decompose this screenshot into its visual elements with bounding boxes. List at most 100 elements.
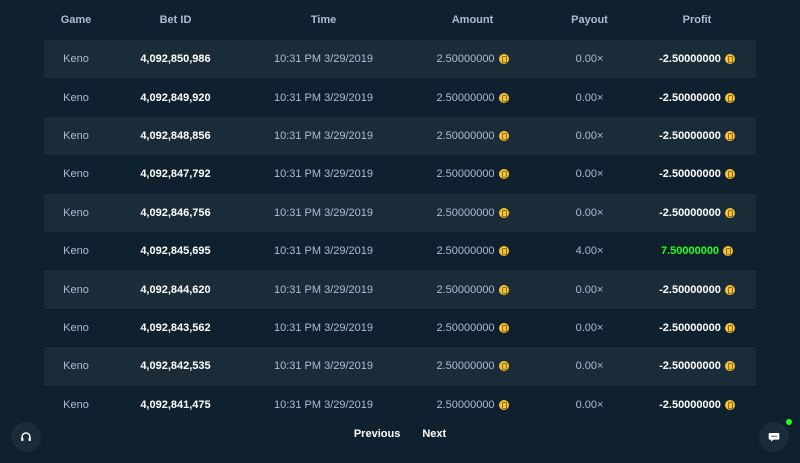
cell-profit: -2.50000000 [638, 53, 756, 65]
coin-icon [498, 284, 509, 295]
cell-profit: -2.50000000 [638, 92, 756, 104]
cell-bet-id[interactable]: 4,092,845,695 [108, 245, 243, 257]
amount-value: 2.50000000 [436, 398, 495, 411]
profit-value: -2.50000000 [659, 91, 721, 104]
cell-profit: 7.50000000 [638, 245, 756, 257]
table-row[interactable]: Keno 4,092,848,856 10:31 PM 3/29/2019 2.500… [44, 116, 756, 156]
cell-bet-id[interactable]: 4,092,850,986 [108, 53, 243, 65]
cell-payout: 0.00× [575, 360, 604, 373]
cell-time: 10:31 PM 3/29/2019 [273, 245, 374, 258]
cell-amount: 2.50000000 [404, 399, 541, 411]
cell-profit: -2.50000000 [638, 284, 756, 296]
cell-amount: 2.50000000 [404, 168, 541, 180]
cell-bet-id[interactable]: 4,092,848,856 [108, 130, 243, 142]
coin-icon [724, 207, 735, 218]
bet-id-link[interactable]: 4,092,849,920 [140, 92, 210, 104]
cell-amount: 2.50000000 [404, 245, 541, 257]
bet-id-link[interactable]: 4,092,850,986 [140, 53, 210, 65]
coin-icon [498, 361, 509, 372]
bet-id-link[interactable]: 4,092,847,792 [140, 168, 210, 180]
cell-time: 10:31 PM 3/29/2019 [273, 206, 374, 219]
coin-icon [498, 54, 509, 65]
cell-bet-id[interactable]: 4,092,844,620 [108, 284, 243, 296]
cell-time: 10:31 PM 3/29/2019 [273, 360, 374, 373]
cell-game: Keno [63, 129, 89, 142]
cell-payout: 0.00× [575, 321, 604, 334]
bet-id-link[interactable]: 4,092,846,756 [140, 207, 210, 219]
cell-profit: -2.50000000 [638, 130, 756, 142]
table-row[interactable]: Keno 4,092,847,792 10:31 PM 3/29/2019 2.500… [44, 155, 756, 194]
table-row[interactable]: Keno 4,092,842,535 10:31 PM 3/29/2019 2.500… [44, 347, 756, 386]
table-row[interactable]: Keno 4,092,846,756 10:31 PM 3/29/2019 2.500… [44, 193, 756, 232]
coin-icon [498, 246, 509, 257]
bet-id-link[interactable]: 4,092,841,475 [140, 399, 210, 411]
cell-amount: 2.50000000 [404, 360, 541, 372]
table-row[interactable]: Keno 4,092,844,620 10:31 PM 3/29/2019 2.500… [44, 270, 756, 309]
pagination: Previous Next [44, 428, 756, 440]
headset-icon [21, 432, 31, 441]
header-game: Game [60, 14, 92, 26]
coin-icon [724, 169, 735, 180]
cell-time: 10:31 PM 3/29/2019 [273, 91, 374, 104]
cell-game: Keno [63, 245, 89, 258]
chat-button[interactable] [759, 422, 789, 452]
coin-icon [498, 169, 509, 180]
cell-bet-id[interactable]: 4,092,843,562 [108, 322, 243, 334]
cell-payout: 4.00× [575, 245, 604, 258]
coin-icon [724, 284, 735, 295]
cell-game: Keno [63, 53, 89, 66]
cell-profit: -2.50000000 [638, 360, 756, 372]
profit-value: -2.50000000 [659, 283, 721, 296]
cell-payout: 0.00× [575, 168, 604, 181]
table-row[interactable]: Keno 4,092,849,920 10:31 PM 3/29/2019 2.500… [44, 78, 756, 117]
cell-payout: 0.00× [575, 129, 604, 142]
amount-value: 2.50000000 [436, 168, 495, 181]
bet-id-link[interactable]: 4,092,842,535 [140, 360, 210, 372]
coin-icon [498, 399, 509, 410]
amount-value: 2.50000000 [436, 321, 495, 334]
cell-bet-id[interactable]: 4,092,846,756 [108, 207, 243, 219]
bet-id-link[interactable]: 4,092,843,562 [140, 322, 210, 334]
bets-table-panel: Game Bet ID Time Amount Payout Profit Ke… [44, 0, 756, 463]
coin-icon [498, 92, 509, 103]
cell-payout: 0.00× [575, 398, 604, 411]
profit-value: -2.50000000 [659, 53, 721, 66]
cell-payout: 0.00× [575, 283, 604, 296]
cell-amount: 2.50000000 [404, 53, 541, 65]
cell-game: Keno [63, 206, 89, 219]
bet-id-link[interactable]: 4,092,845,695 [140, 245, 210, 257]
cell-time: 10:31 PM 3/29/2019 [273, 129, 374, 142]
table-row[interactable]: Keno 4,092,843,562 10:31 PM 3/29/2019 2.500… [44, 308, 756, 348]
amount-value: 2.50000000 [436, 206, 495, 219]
profit-value: -2.50000000 [659, 398, 721, 411]
table-row[interactable]: Keno 4,092,841,475 10:31 PM 3/29/2019 2.500… [44, 385, 756, 424]
header-amount: Amount [451, 14, 494, 26]
cell-payout: 0.00× [575, 206, 604, 219]
cell-bet-id[interactable]: 4,092,849,920 [108, 92, 243, 104]
bet-id-link[interactable]: 4,092,848,856 [140, 130, 210, 142]
header-profit: Profit [682, 14, 712, 26]
cell-game: Keno [63, 91, 89, 104]
cell-time: 10:31 PM 3/29/2019 [273, 398, 374, 411]
cell-bet-id[interactable]: 4,092,847,792 [108, 168, 243, 180]
cell-game: Keno [63, 360, 89, 373]
cell-bet-id[interactable]: 4,092,841,475 [108, 399, 243, 411]
amount-value: 2.50000000 [436, 245, 495, 258]
cell-amount: 2.50000000 [404, 130, 541, 142]
coin-icon [498, 207, 509, 218]
coin-icon [498, 130, 509, 141]
previous-button[interactable]: Previous [354, 428, 400, 440]
table-row[interactable]: Keno 4,092,845,695 10:31 PM 3/29/2019 2.500… [44, 231, 756, 271]
cell-profit: -2.50000000 [638, 322, 756, 334]
bet-id-link[interactable]: 4,092,844,620 [140, 284, 210, 296]
cell-time: 10:31 PM 3/29/2019 [273, 168, 374, 181]
next-button[interactable]: Next [422, 428, 446, 440]
support-button[interactable] [11, 422, 41, 452]
cell-bet-id[interactable]: 4,092,842,535 [108, 360, 243, 372]
cell-profit: -2.50000000 [638, 207, 756, 219]
cell-amount: 2.50000000 [404, 322, 541, 334]
table-row[interactable]: Keno 4,092,850,986 10:31 PM 3/29/2019 2.500… [44, 40, 756, 79]
header-payout: Payout [571, 14, 608, 26]
coin-icon [724, 322, 735, 333]
profit-value: -2.50000000 [659, 321, 721, 334]
